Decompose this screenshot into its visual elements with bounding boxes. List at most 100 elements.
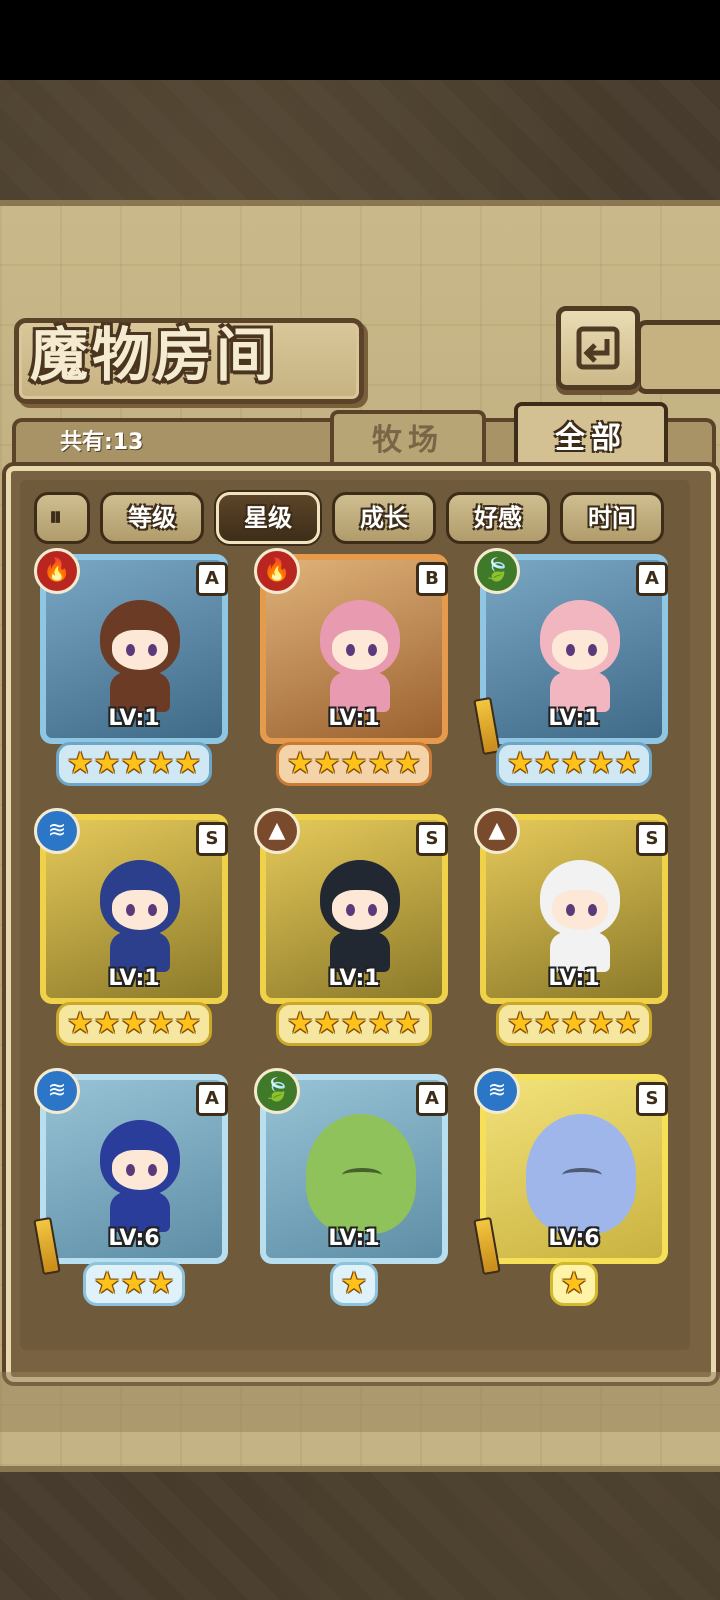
level-label: LV:1: [328, 706, 380, 731]
star-icon: ★: [587, 746, 615, 781]
star-icon: ★: [66, 746, 94, 781]
monster-card[interactable]: 🍃 A LV:1 ★: [254, 1068, 454, 1306]
star-icon: ★: [560, 1266, 588, 1301]
star-icon: ★: [174, 746, 202, 781]
star-icon: ★: [66, 1006, 94, 1041]
rank-badge: B: [416, 562, 448, 596]
fire-element-icon: 🔥: [34, 548, 80, 594]
back-arrow-icon: [576, 326, 620, 370]
star-icon: ★: [560, 1006, 588, 1041]
monster-card[interactable]: ▲ S LV:1 ★★★★★: [474, 808, 674, 1046]
monster-card[interactable]: 🔥 B LV:1 ★★★★★: [254, 548, 454, 786]
star-rating: ★★★★★: [474, 742, 674, 786]
star-rating: ★★★★★: [34, 1002, 234, 1046]
sort-time-button[interactable]: 时间: [560, 492, 664, 544]
star-rating: ★★★★★: [34, 742, 234, 786]
star-icon: ★: [340, 746, 368, 781]
star-icon: ★: [367, 746, 395, 781]
star-rating: ★★★★★: [254, 1002, 454, 1046]
star-icon: ★: [394, 1006, 422, 1041]
monster-card[interactable]: ▲ S LV:1 ★★★★★: [254, 808, 454, 1046]
star-rating: ★★★★★: [254, 742, 454, 786]
monster-card[interactable]: 🍃 A LV:1 ★★★★★: [473, 548, 674, 786]
fire-element-icon: 🔥: [254, 548, 300, 594]
star-icon: ★: [587, 1006, 615, 1041]
level-label: LV:6: [548, 1226, 600, 1251]
sort-order-toggle[interactable]: ⏸: [34, 492, 90, 544]
bottom-decoration: [0, 1372, 720, 1432]
star-icon: ★: [614, 1006, 642, 1041]
star-icon: ★: [120, 1266, 148, 1301]
star-icon: ★: [313, 746, 341, 781]
star-icon: ★: [120, 746, 148, 781]
water-element-icon: ≋: [34, 808, 80, 854]
level-label: LV:1: [328, 966, 380, 991]
sort-growth-button[interactable]: 成长: [332, 492, 436, 544]
sort-star-button[interactable]: 星级: [216, 492, 320, 544]
rank-badge: A: [196, 562, 228, 596]
star-icon: ★: [93, 746, 121, 781]
star-icon: ★: [147, 746, 175, 781]
rank-badge: A: [196, 1082, 228, 1116]
star-rating: ★: [254, 1262, 454, 1306]
status-bar: [0, 0, 720, 80]
monster-card[interactable]: 🔥 A LV:1 ★★★★★: [34, 548, 234, 786]
level-label: LV:1: [108, 966, 160, 991]
star-icon: ★: [614, 746, 642, 781]
monster-figure: [90, 860, 190, 972]
slime-figure: [306, 1114, 416, 1234]
grass-element-icon: 🍃: [474, 548, 520, 594]
star-icon: ★: [394, 746, 422, 781]
sort-affinity-button[interactable]: 好感: [446, 492, 550, 544]
slime-figure: [526, 1114, 636, 1234]
rank-badge: S: [416, 822, 448, 856]
star-icon: ★: [533, 1006, 561, 1041]
level-label: LV:1: [328, 1226, 380, 1251]
monster-card[interactable]: ≋ S LV:6 ★: [473, 1068, 674, 1306]
star-icon: ★: [147, 1266, 175, 1301]
grass-element-icon: 🍃: [254, 1068, 300, 1114]
star-icon: ★: [506, 746, 534, 781]
back-button[interactable]: [556, 306, 640, 390]
earth-element-icon: ▲: [254, 808, 300, 854]
monster-figure: [310, 600, 410, 712]
rank-badge: S: [636, 1082, 668, 1116]
star-icon: ★: [93, 1006, 121, 1041]
star-icon: ★: [340, 1266, 368, 1301]
monster-figure: [90, 600, 190, 712]
tab-all[interactable]: 全部: [514, 402, 668, 472]
level-label: LV:1: [548, 706, 600, 731]
monster-figure: [90, 1120, 190, 1232]
sort-level-button[interactable]: 等级: [100, 492, 204, 544]
star-icon: ★: [147, 1006, 175, 1041]
monster-figure: [530, 600, 630, 712]
back-button-rail: [636, 320, 720, 394]
star-icon: ★: [313, 1006, 341, 1041]
star-icon: ★: [340, 1006, 368, 1041]
level-label: LV:1: [108, 706, 160, 731]
star-icon: ★: [286, 746, 314, 781]
star-icon: ★: [286, 1006, 314, 1041]
rank-badge: S: [636, 822, 668, 856]
star-icon: ★: [367, 1006, 395, 1041]
star-rating: ★★★: [34, 1262, 234, 1306]
page-title: 魔物房间: [30, 321, 279, 389]
star-icon: ★: [174, 1006, 202, 1041]
rank-badge: A: [416, 1082, 448, 1116]
star-rating: ★★★★★: [474, 1002, 674, 1046]
star-icon: ★: [93, 1266, 121, 1301]
monster-card[interactable]: ≋ S LV:1 ★★★★★: [34, 808, 234, 1046]
star-icon: ★: [120, 1006, 148, 1041]
rank-badge: S: [196, 822, 228, 856]
monster-card[interactable]: ≋ A LV:6 ★★★: [33, 1068, 234, 1306]
level-label: LV:1: [548, 966, 600, 991]
star-icon: ★: [560, 746, 588, 781]
star-icon: ★: [506, 1006, 534, 1041]
monster-count: 共有:13: [60, 430, 144, 455]
monster-figure: [530, 860, 630, 972]
tab-ranch[interactable]: 牧场: [330, 410, 486, 468]
sort-order-icon: ⏸: [49, 502, 63, 532]
star-rating: ★: [474, 1262, 674, 1306]
level-label: LV:6: [108, 1226, 160, 1251]
star-icon: ★: [533, 746, 561, 781]
